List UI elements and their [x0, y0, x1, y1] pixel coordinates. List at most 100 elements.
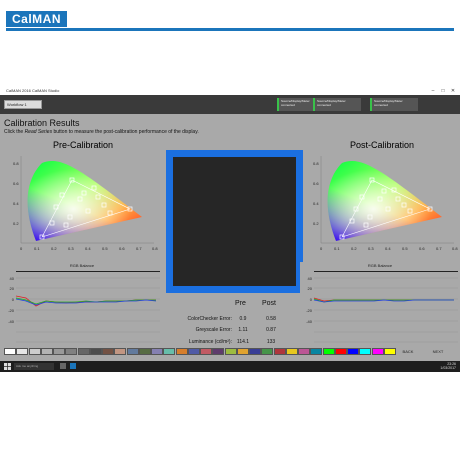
color-swatch[interactable] [261, 348, 274, 355]
results-header-post: Post [262, 300, 277, 307]
connection-display[interactable]: Source/Display/Meter connected [313, 98, 361, 111]
color-swatch[interactable] [102, 348, 114, 355]
color-swatch[interactable] [285, 348, 298, 355]
color-swatch[interactable] [77, 348, 90, 355]
taskbar-search-box[interactable]: Ask me anything [14, 363, 54, 370]
color-swatch[interactable] [200, 348, 212, 355]
instruction-prefix: Click the [4, 129, 25, 135]
pre-cie-xtick: 0.3 [68, 246, 74, 251]
pre-cie-xtick: 0.8 [152, 246, 158, 251]
post-cie-ytick: 0.4 [313, 201, 319, 206]
close-icon[interactable]: ✕ [448, 87, 458, 95]
windows-start-icon[interactable] [4, 363, 11, 370]
post-rgb-title: RGB Balance [368, 263, 393, 268]
color-swatch[interactable] [151, 348, 163, 355]
post-cie-xtick: 0.3 [368, 246, 374, 251]
color-swatch[interactable] [28, 348, 41, 355]
pre-rgb-ytick: -40 [8, 319, 15, 324]
color-swatch[interactable] [16, 348, 29, 355]
results-header-pre: Pre [235, 300, 246, 307]
color-swatch[interactable] [114, 348, 127, 355]
color-swatch[interactable] [359, 348, 372, 355]
color-swatch[interactable] [236, 348, 249, 355]
color-swatch[interactable] [4, 348, 16, 355]
color-swatch[interactable] [310, 348, 323, 355]
color-swatch[interactable] [273, 348, 286, 355]
color-swatch[interactable] [334, 348, 347, 355]
post-cie-xtick: 0.7 [436, 246, 442, 251]
color-swatch[interactable] [212, 348, 225, 355]
color-swatch[interactable] [53, 348, 65, 355]
connection-meter[interactable]: Source/Display/Meter connected [370, 98, 418, 111]
pre-rgb-ytick: 40 [10, 276, 15, 281]
color-swatch[interactable] [371, 348, 384, 355]
pre-cie-xtick: 0 [20, 246, 23, 251]
color-swatch[interactable] [322, 348, 335, 355]
instruction-text: Click the Read Series button to measure … [4, 129, 199, 135]
post-rgb-ytick: 40 [308, 276, 313, 281]
post-rgb-ytick: 20 [308, 286, 313, 291]
pre-cie-ytick: 0.6 [13, 181, 19, 186]
colorchecker-swatch-bar [0, 347, 460, 361]
color-swatch[interactable] [138, 348, 151, 355]
colorchecker-pre: 0.9 [239, 316, 247, 322]
minimize-icon[interactable]: – [428, 87, 438, 95]
post-rgb-ytick: -40 [306, 319, 313, 324]
luminance-label: Luminance (cd/m²): [188, 339, 232, 345]
post-cie-ytick: 0.6 [313, 181, 319, 186]
post-calibration-title: Post-Calibration [350, 140, 415, 150]
greyscale-pre: 1.11 [238, 327, 248, 333]
top-banner: CalMAN [0, 0, 460, 41]
greyscale-label: Greyscale Error: [195, 327, 232, 333]
taskbar-clock[interactable]: 23:26 1/03/2017 [440, 362, 456, 370]
post-cie-chart: 0.8 0.6 0.4 0.2 0 0.1 0.2 0.3 0.4 0.5 0.… [313, 156, 458, 251]
color-swatch[interactable] [249, 348, 261, 355]
pre-cie-ytick: 0.2 [13, 221, 19, 226]
color-swatch[interactable] [383, 348, 396, 355]
calman-taskbar-icon[interactable] [70, 363, 76, 369]
logo-underline [6, 28, 454, 31]
window-title: CalMAN 2016 CalMAN Studio [6, 88, 60, 93]
color-swatch[interactable] [126, 348, 139, 355]
luminance-post: 133 [266, 339, 276, 345]
back-button[interactable]: BACK [400, 349, 416, 354]
color-swatch[interactable] [175, 348, 188, 355]
instruction-suffix: button to measure the post-calibration p… [52, 129, 199, 135]
colorchecker-post: 0.58 [266, 316, 276, 322]
taskview-icon[interactable] [60, 363, 66, 369]
pre-cie-xtick: 0.2 [51, 246, 57, 251]
post-cie-xtick: 0.5 [402, 246, 408, 251]
clock-date: 1/03/2017 [440, 366, 456, 370]
pre-cie-xtick: 0.1 [34, 246, 40, 251]
color-swatch[interactable] [298, 348, 310, 355]
pre-cie-xtick: 0.5 [102, 246, 108, 251]
color-swatch[interactable] [224, 348, 237, 355]
color-swatch[interactable] [89, 348, 102, 355]
color-swatch[interactable] [40, 348, 53, 355]
post-cie-xtick: 0.8 [452, 246, 458, 251]
calman-logo: CalMAN [6, 11, 67, 27]
windows-taskbar: Ask me anything 23:26 1/03/2017 [0, 361, 460, 372]
pre-rgb-balance-chart: RGB Balance 40 20 0 -20 -40 [2, 262, 162, 344]
pre-rgb-ytick: -20 [8, 308, 15, 313]
page-title: Calibration Results [4, 118, 80, 128]
tab-workflow[interactable]: Workflow 1 [4, 100, 42, 109]
colorchecker-label: ColorChecker Error: [187, 316, 232, 322]
color-swatch[interactable] [65, 348, 78, 355]
pre-cie-xtick: 0.6 [119, 246, 125, 251]
greyscale-post: 0.87 [266, 327, 276, 333]
color-swatch[interactable] [163, 348, 176, 355]
post-cie-xtick: 0.6 [419, 246, 425, 251]
next-button[interactable]: NEXT [430, 349, 446, 354]
read-series-mention: Read Series [24, 129, 53, 135]
pre-calibration-title: Pre-Calibration [53, 140, 114, 150]
luminance-pre: 114.1 [236, 339, 250, 345]
test-pattern-frame [166, 150, 303, 293]
pre-cie-chart: 0.8 0.6 0.4 0.2 0 0.1 0.2 0.3 0.4 0.5 0.… [13, 156, 158, 251]
post-cie-xtick: 0.2 [351, 246, 357, 251]
post-cie-xtick: 0.1 [334, 246, 340, 251]
maximize-icon[interactable]: □ [438, 87, 448, 95]
color-swatch[interactable] [347, 348, 359, 355]
color-swatch[interactable] [187, 348, 200, 355]
post-cie-ytick: 0.8 [313, 161, 319, 166]
